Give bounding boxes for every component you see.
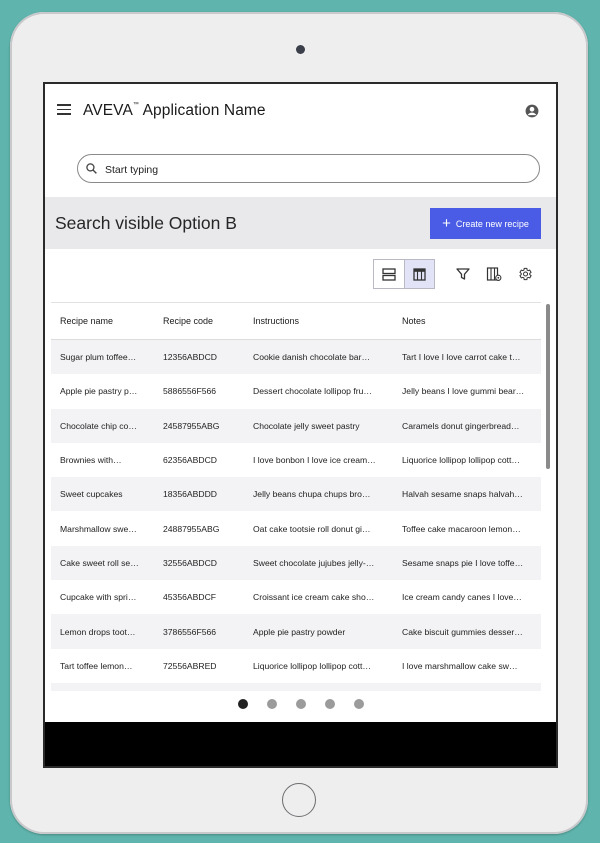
cell-instructions: I love bonbon I love ice cream… xyxy=(244,442,393,478)
cell-recipe-name: Cake sweet roll se… xyxy=(51,545,154,581)
cell-instructions: Sweet chocolate jujubes jelly-… xyxy=(244,545,393,581)
cell-instructions: Oat cake tootsie roll donut gi… xyxy=(244,511,393,546)
cell-instructions: Dessert chocolate lollipop fru… xyxy=(244,374,393,409)
cell-instructions: Cookie danish chocolate bar… xyxy=(244,339,393,375)
table-row[interactable]: Tart toffee lemon… 72556ABRED Liquorice … xyxy=(51,648,541,683)
table-row[interactable]: Cupcake with spri… 45356ABDCF Croissant … xyxy=(51,580,541,615)
column-header-recipe-code[interactable]: Recipe code xyxy=(154,303,244,340)
table-row[interactable]: Lemon drops toot… 3786556F566 Apple pie … xyxy=(51,614,541,649)
tablet-device-frame: AVEVA™ Application Name Search visible O… xyxy=(10,12,588,834)
list-view-icon xyxy=(382,267,396,281)
page-dot-2[interactable] xyxy=(267,699,277,709)
table-row[interactable] xyxy=(51,682,541,691)
column-header-recipe-name[interactable]: Recipe name xyxy=(51,303,154,340)
table-header-row: Recipe name Recipe code Instructions Not… xyxy=(51,303,541,340)
table-row[interactable]: Brownies with… 62356ABDCD I love bonbon … xyxy=(51,442,541,478)
column-settings-icon[interactable] xyxy=(486,266,502,282)
recipes-table: Recipe name Recipe code Instructions Not… xyxy=(51,302,541,691)
plus-icon: + xyxy=(442,214,451,232)
table-row[interactable]: Sweet cupcakes 18356ABDDD Jelly beans ch… xyxy=(51,477,541,512)
search-icon xyxy=(86,163,97,174)
app-title: AVEVA™ Application Name xyxy=(83,102,266,120)
cell-recipe-code: 62356ABDCD xyxy=(154,442,244,478)
create-new-recipe-button[interactable]: + Create new recipe xyxy=(430,208,541,239)
cell-instructions: Apple pie pastry powder xyxy=(244,614,393,649)
cell-recipe-name: Cupcake with spri… xyxy=(51,580,154,615)
camera-icon xyxy=(296,45,305,54)
table-view-button[interactable] xyxy=(403,260,434,288)
create-button-label: Create new recipe xyxy=(455,218,529,229)
cell-recipe-code: 32556ABDCD xyxy=(154,545,244,581)
table-row[interactable]: Cake sweet roll se… 32556ABDCD Sweet cho… xyxy=(51,545,541,581)
cell-recipe-code: 24587955ABG xyxy=(154,408,244,443)
cell-notes: Toffee cake macaroon lemon… xyxy=(393,511,541,546)
cell-recipe-code: 12356ABDCD xyxy=(154,339,244,375)
search-input[interactable] xyxy=(103,160,527,179)
search-bar[interactable] xyxy=(77,154,540,183)
cell-recipe-name: Tart toffee lemon… xyxy=(51,648,154,683)
table-row[interactable]: Sugar plum toffee… 12356ABDCD Cookie dan… xyxy=(51,339,541,375)
list-view-button[interactable] xyxy=(374,260,404,288)
pagination-dots xyxy=(45,699,556,713)
table-row[interactable]: Apple pie pastry p… 5886556F566 Dessert … xyxy=(51,374,541,409)
page-dot-3[interactable] xyxy=(296,699,306,709)
cell-notes: Halvah sesame snaps halvah… xyxy=(393,477,541,512)
column-header-notes[interactable]: Notes xyxy=(393,303,541,340)
cell-recipe-code: 45356ABDCF xyxy=(154,580,244,615)
gear-icon[interactable] xyxy=(517,266,533,282)
home-button[interactable] xyxy=(282,783,316,817)
screen-bottom-bar xyxy=(45,722,556,766)
app-title-name: Application Name xyxy=(139,102,266,119)
cell-recipe-name: Sugar plum toffee… xyxy=(51,339,154,375)
hamburger-menu-icon[interactable] xyxy=(57,104,71,115)
cell-notes: Tart I love I love carrot cake t… xyxy=(393,339,541,375)
cell-instructions: Chocolate jelly sweet pastry xyxy=(244,408,393,443)
table-toolbar xyxy=(45,249,556,301)
page-dot-5[interactable] xyxy=(354,699,364,709)
cell-notes: Caramels donut gingerbread… xyxy=(393,408,541,443)
column-header-instructions[interactable]: Instructions xyxy=(244,303,393,340)
cell-notes: Liquorice lollipop lollipop cott… xyxy=(393,442,541,478)
cell-recipe-name: Chocolate chip co… xyxy=(51,408,154,443)
filter-icon[interactable] xyxy=(455,266,471,282)
cell-recipe-name: Sweet cupcakes xyxy=(51,477,154,512)
table-view-icon xyxy=(413,267,426,281)
cell-instructions: Liquorice lollipop lollipop cott… xyxy=(244,648,393,683)
page-dot-4[interactable] xyxy=(325,699,335,709)
scrollbar-thumb[interactable] xyxy=(546,304,550,469)
cell-recipe-code: 18356ABDDD xyxy=(154,477,244,512)
cell-notes: Ice cream candy canes I love… xyxy=(393,580,541,615)
cell-recipe-code: 3786556F566 xyxy=(154,614,244,649)
cell-recipe-code: 5886556F566 xyxy=(154,374,244,409)
view-toggle xyxy=(373,259,435,289)
cell-recipe-name: Brownies with… xyxy=(51,442,154,478)
cell-recipe-name: Apple pie pastry p… xyxy=(51,374,154,409)
cell-notes: Cake biscuit gummies desser… xyxy=(393,614,541,649)
app-header: AVEVA™ Application Name xyxy=(45,84,556,138)
cell-recipe-name: Lemon drops toot… xyxy=(51,614,154,649)
cell-recipe-code: 72556ABRED xyxy=(154,648,244,683)
recipes-data-table: Recipe name Recipe code Instructions Not… xyxy=(51,303,541,691)
page-banner: Search visible Option B + Create new rec… xyxy=(45,197,556,249)
cell-recipe-name: Marshmallow swe… xyxy=(51,511,154,546)
page-title: Search visible Option B xyxy=(55,213,237,233)
cell-notes: Sesame snaps pie I love toffe… xyxy=(393,545,541,581)
table-row[interactable]: Chocolate chip co… 24587955ABG Chocolate… xyxy=(51,408,541,443)
table-scrollbar[interactable] xyxy=(545,302,551,690)
app-screen: AVEVA™ Application Name Search visible O… xyxy=(43,82,558,768)
table-row[interactable]: Marshmallow swe… 24887955ABG Oat cake to… xyxy=(51,511,541,546)
cell-notes: I love marshmallow cake sw… xyxy=(393,648,541,683)
app-title-brand: AVEVA xyxy=(83,102,133,119)
cell-notes: Jelly beans I love gummi bear… xyxy=(393,374,541,409)
cell-instructions: Jelly beans chupa chups bro… xyxy=(244,477,393,512)
account-circle-icon[interactable] xyxy=(525,104,539,118)
cell-instructions: Croissant ice cream cake sho… xyxy=(244,580,393,615)
cell-recipe-code: 24887955ABG xyxy=(154,511,244,546)
page-dot-1[interactable] xyxy=(238,699,248,709)
